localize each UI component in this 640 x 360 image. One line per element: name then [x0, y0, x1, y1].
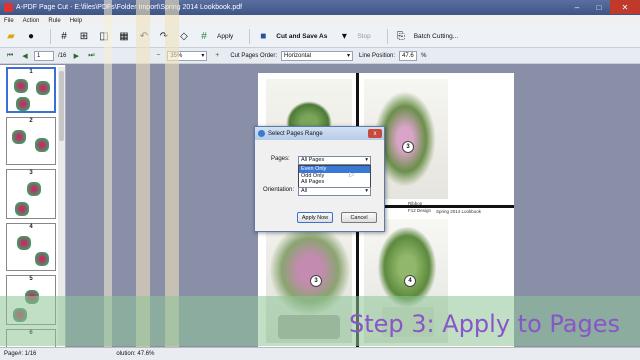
orientation-select[interactable]: All ▾	[298, 187, 371, 196]
toolbar-divider	[50, 29, 51, 44]
toolbar-divider	[249, 29, 251, 44]
thumbnail-image	[27, 182, 41, 196]
thumbnail-number: 4	[29, 224, 33, 230]
chevron-down-icon[interactable]: ▾	[337, 30, 351, 44]
next-page-icon[interactable]: ▶	[70, 50, 82, 62]
thumbnail-image	[35, 138, 49, 152]
batch-icon[interactable]: ⎘	[394, 30, 408, 44]
thumbnail-number: 3	[29, 170, 33, 176]
zoom-out-icon[interactable]: −	[152, 50, 164, 62]
option-all-pages[interactable]: All Pages	[299, 179, 370, 186]
status-resolution: olution: 47.6%	[116, 351, 155, 357]
open-folder-icon[interactable]: ▰	[4, 30, 18, 44]
save-icon[interactable]: ■	[256, 30, 270, 44]
close-icon[interactable]: ✕	[610, 0, 640, 14]
grid-icon[interactable]: #	[57, 30, 71, 44]
dialog-app-icon	[258, 130, 265, 137]
thumbnail-image	[17, 236, 31, 250]
thumbnail-number: 1	[29, 69, 33, 75]
cut-order-value: Horizontal	[284, 52, 312, 59]
chevron-down-icon: ▾	[365, 188, 368, 194]
menu-bar: File Action Rule Help	[0, 15, 640, 26]
clear-icon[interactable]: ◇	[177, 30, 191, 44]
line-position-input[interactable]: 47.6	[399, 50, 418, 61]
plant-image	[378, 227, 436, 307]
cancel-button[interactable]: Cancel	[341, 212, 377, 223]
title-bar: A-PDF Page Cut - E:\files\PDFs\Folder Im…	[0, 0, 640, 15]
tutorial-caption: Step 3: Apply to Pages	[349, 310, 620, 338]
cut-and-save-button[interactable]: Cut and Save As	[276, 33, 327, 40]
pages-label: Pages:	[271, 156, 290, 162]
thumbnail-page[interactable]: 2	[6, 117, 56, 165]
batch-cutting-button[interactable]: Batch Cutting...	[414, 33, 458, 40]
dialog-title-bar: Select Pages Range	[255, 127, 384, 140]
settings-icon[interactable]: ●	[24, 30, 38, 44]
orientation-select-value: All	[301, 188, 308, 194]
apply-now-button[interactable]: Apply Now	[297, 212, 333, 223]
dialog-title: Select Pages Range	[268, 130, 323, 137]
thumbnail-page[interactable]: 1	[6, 67, 56, 113]
navigation-bar: ⏮ ◀ 1 /16 ▶ ⏭ − 35%▾ + Cut Pages Order: …	[0, 48, 640, 64]
page-badge: 4	[404, 275, 416, 287]
thumbnail-image	[16, 97, 30, 111]
mouse-cursor-icon: ➤	[348, 170, 355, 179]
menu-action[interactable]: Action	[23, 18, 40, 24]
menu-file[interactable]: File	[4, 18, 14, 24]
split-horizontal-icon[interactable]: ⊞	[77, 30, 91, 44]
cut-order-select[interactable]: Horizontal ▾	[281, 50, 354, 61]
zoom-in-icon[interactable]: +	[211, 50, 223, 62]
dialog-close-button[interactable]: x	[368, 129, 382, 138]
apply-button[interactable]: Apply	[217, 33, 233, 40]
line-position-label: Line Position:	[359, 52, 396, 59]
maximize-icon[interactable]: □	[588, 0, 610, 14]
menu-rule[interactable]: Rule	[48, 18, 60, 24]
cut-order-label: Cut Pages Order:	[230, 52, 278, 59]
pages-select-value: All Pages	[301, 157, 325, 163]
page-footer: Spring 2014 Lookbook	[436, 209, 482, 214]
window-title: A-PDF Page Cut - E:\files\PDFs\Folder Im…	[16, 4, 243, 11]
chevron-down-icon: ▾	[365, 157, 368, 163]
scrollbar-thumb[interactable]	[59, 71, 64, 141]
split-both-icon[interactable]: ▦	[117, 30, 131, 44]
thumbnail-number: 5	[29, 276, 33, 282]
thumbnail-page[interactable]: 4	[6, 223, 56, 271]
chevron-down-icon: ▾	[347, 52, 351, 59]
thumbnail-number: 2	[29, 118, 33, 124]
thumbnail-image	[36, 81, 50, 95]
chevron-down-icon: ▾	[201, 52, 205, 59]
menu-help[interactable]: Help	[70, 18, 82, 24]
minimize-icon[interactable]: –	[566, 0, 588, 14]
thumbnail-page[interactable]: 3	[6, 169, 56, 219]
line-position-unit: %	[421, 52, 427, 59]
thumbnail-image	[12, 130, 26, 144]
orientation-label: Orientation:	[263, 187, 295, 193]
window-controls: – □ ✕	[566, 0, 640, 14]
thumbnail-image	[14, 79, 28, 93]
toolbar: ▰ ● # ⊞ ◫ ▦ ↶ ↷ ◇ # Apply ■ Cut and Save…	[0, 26, 640, 48]
app-icon	[4, 3, 13, 12]
last-page-icon[interactable]: ⏭	[85, 50, 97, 62]
status-bar: Page#: 1/16 olution: 47.6%	[0, 347, 640, 360]
page-badge: 3	[402, 141, 414, 153]
prev-page-icon[interactable]: ◀	[19, 50, 31, 62]
page-caption: F12 Design	[408, 208, 432, 213]
status-page-info: Page#: 1/16	[4, 351, 37, 357]
thumbnail-image	[15, 202, 29, 216]
first-page-icon[interactable]: ⏮	[4, 50, 16, 62]
thumbnail-image	[35, 252, 49, 266]
page-badge: 3	[310, 275, 322, 287]
stop-button[interactable]: Stop	[357, 33, 370, 40]
pages-select[interactable]: All Pages ▾	[298, 156, 371, 165]
toolbar-divider	[386, 29, 388, 44]
page-number-input[interactable]: 1	[34, 50, 54, 61]
page-total: /16	[58, 52, 67, 59]
apply-grid-icon[interactable]: #	[197, 30, 211, 44]
select-pages-range-dialog: Select Pages Range x Pages: All Pages ▾ …	[254, 126, 385, 232]
